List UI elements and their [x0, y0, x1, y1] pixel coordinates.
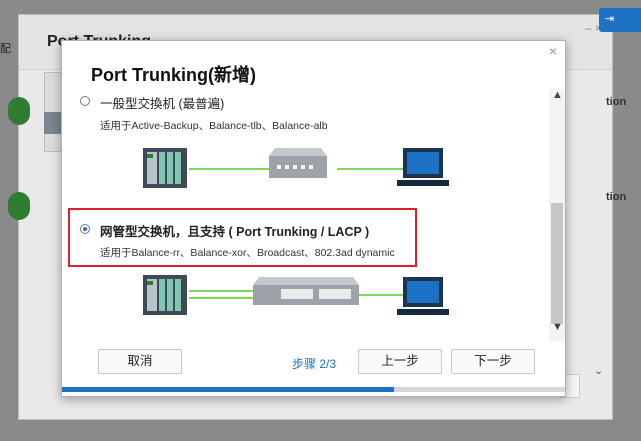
step-indicator: 步骤 2/3 — [292, 357, 337, 371]
next-button[interactable]: 下一步 — [451, 349, 535, 374]
progress-bar — [62, 387, 565, 392]
radio-managed-switch[interactable] — [80, 224, 90, 234]
cancel-button[interactable]: 取消 — [98, 349, 182, 374]
radio-general-switch[interactable] — [80, 96, 90, 106]
option-title-general: 一般型交換机 (最普遍) — [100, 97, 225, 111]
laptop-icon — [397, 277, 449, 315]
background-right-label: tion — [606, 191, 627, 203]
exit-icon: ⇥ — [605, 13, 615, 25]
corner-button[interactable]: ⇥ — [599, 8, 641, 32]
background-left-label: 配 — [0, 43, 11, 55]
previous-button[interactable]: 上一步 — [358, 349, 442, 374]
scroll-down-icon[interactable]: ▼ — [552, 321, 563, 333]
options-list: 一般型交換机 (最普遍) 适用于Active-Backup、Balance-tl… — [62, 89, 550, 341]
option-desc-general: 适用于Active-Backup、Balance-tlb、Balance-alb — [100, 120, 328, 132]
close-icon[interactable]: × — [549, 43, 557, 59]
topology-diagram-general — [143, 148, 449, 188]
progress-fill — [62, 387, 394, 392]
option-desc-managed: 适用于Balance-rr、Balance-xor、Broadcast、802.… — [100, 247, 395, 259]
background-status-icon — [8, 192, 30, 220]
topology-diagram-managed — [143, 275, 449, 315]
nas-icon — [143, 148, 187, 188]
background-status-icon — [8, 97, 30, 125]
managed-switch-icon — [253, 277, 359, 305]
dialog-title: Port Trunking(新增) — [91, 65, 256, 85]
nas-icon — [143, 275, 187, 315]
switch-icon — [269, 148, 327, 178]
chevron-down-icon[interactable]: ⌄ — [594, 364, 603, 377]
scroll-up-icon[interactable]: ▲ — [552, 89, 563, 101]
port-trunking-dialog: Port Trunking(新增) × 一般型交換机 (最普遍) 适用于Acti… — [61, 40, 566, 397]
scroll-thumb[interactable] — [551, 203, 563, 324]
option-title-managed: 网管型交换机，且支持 ( Port Trunking / LACP ) — [100, 225, 370, 239]
background-right-label: tion — [606, 96, 627, 108]
laptop-icon — [397, 148, 449, 186]
